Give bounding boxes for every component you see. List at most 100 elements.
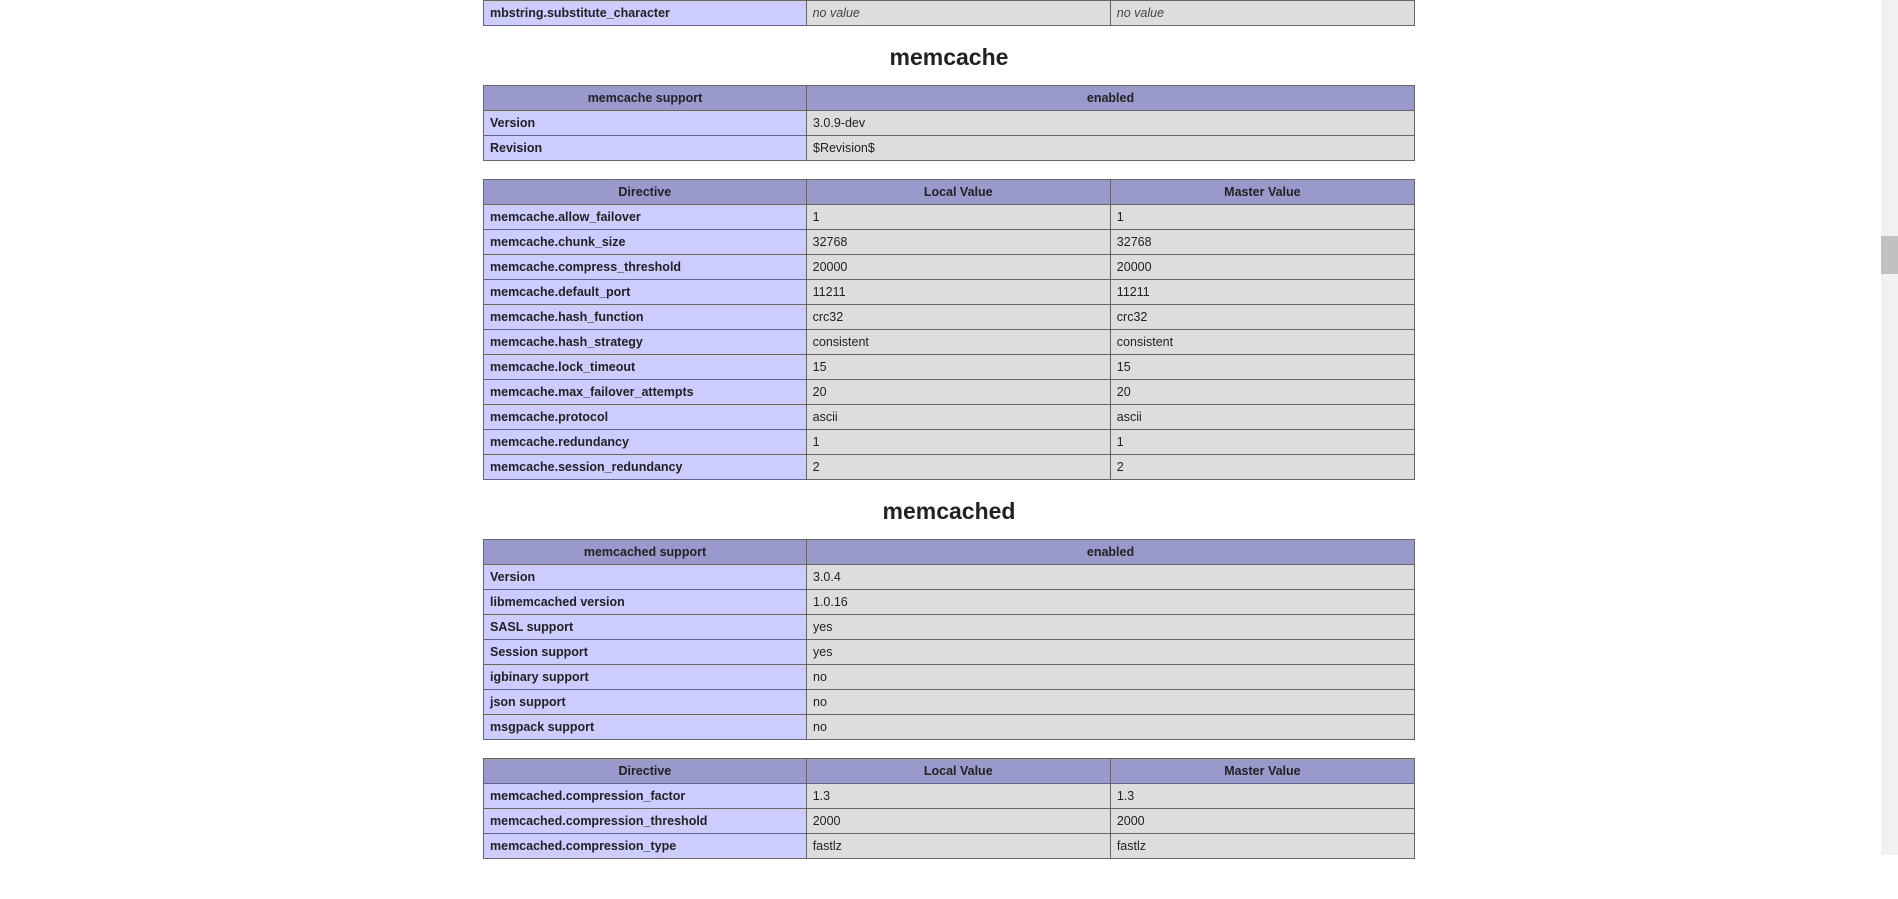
- table-row: memcache.protocolasciiascii: [484, 405, 1415, 430]
- directive-name: memcache.protocol: [484, 405, 807, 430]
- support-value: no: [807, 715, 1415, 740]
- directive-name: memcached.compression_factor: [484, 784, 807, 809]
- col-master: Master Value: [1110, 180, 1414, 205]
- local-value: 15: [806, 355, 1110, 380]
- support-key: Revision: [484, 136, 807, 161]
- directive-name: memcache.session_redundancy: [484, 455, 807, 480]
- table-row: libmemcached version1.0.16: [484, 590, 1415, 615]
- master-value: 20000: [1110, 255, 1414, 280]
- table-row: memcache.lock_timeout1515: [484, 355, 1415, 380]
- support-key: libmemcached version: [484, 590, 807, 615]
- mbstring-fragment-table: mbstring.substitute_character no value n…: [483, 0, 1415, 26]
- support-header-right: enabled: [807, 86, 1415, 111]
- scrollbar-thumb[interactable]: [1881, 236, 1898, 274]
- support-key: Session support: [484, 640, 807, 665]
- table-row: memcache.compress_threshold2000020000: [484, 255, 1415, 280]
- master-value: 1.3: [1110, 784, 1414, 809]
- local-value: 2000: [806, 809, 1110, 834]
- table-row: memcache.chunk_size3276832768: [484, 230, 1415, 255]
- col-directive: Directive: [484, 180, 807, 205]
- table-row: msgpack supportno: [484, 715, 1415, 740]
- local-value: 1: [806, 430, 1110, 455]
- master-value: crc32: [1110, 305, 1414, 330]
- support-value: yes: [807, 615, 1415, 640]
- master-value: 15: [1110, 355, 1414, 380]
- support-key: json support: [484, 690, 807, 715]
- support-key: SASL support: [484, 615, 807, 640]
- support-key: Version: [484, 111, 807, 136]
- local-value: 32768: [806, 230, 1110, 255]
- table-header-row: Directive Local Value Master Value: [484, 180, 1415, 205]
- table-row: memcached.compression_factor1.31.3: [484, 784, 1415, 809]
- table-row: json supportno: [484, 690, 1415, 715]
- support-header-left: memcache support: [484, 86, 807, 111]
- master-value: 2000: [1110, 809, 1414, 834]
- col-directive: Directive: [484, 759, 807, 784]
- scrollbar-track[interactable]: [1881, 0, 1898, 855]
- table-row: memcache.redundancy11: [484, 430, 1415, 455]
- table-row: memcache.max_failover_attempts2020: [484, 380, 1415, 405]
- local-value: no value: [806, 1, 1110, 26]
- table-row: memcache.session_redundancy22: [484, 455, 1415, 480]
- master-value: consistent: [1110, 330, 1414, 355]
- directive-name: memcache.default_port: [484, 280, 807, 305]
- table-row: mbstring.substitute_character no value n…: [484, 1, 1415, 26]
- local-value: 11211: [806, 280, 1110, 305]
- directive-name: memcached.compression_threshold: [484, 809, 807, 834]
- support-header-right: enabled: [807, 540, 1415, 565]
- support-value: 3.0.9-dev: [807, 111, 1415, 136]
- table-row: Version 3.0.9-dev: [484, 111, 1415, 136]
- memcached-support-table: memcached support enabled Version3.0.4 l…: [483, 539, 1415, 740]
- local-value: consistent: [806, 330, 1110, 355]
- table-row: igbinary supportno: [484, 665, 1415, 690]
- directive-name: memcache.hash_function: [484, 305, 807, 330]
- table-row: memcache.allow_failover11: [484, 205, 1415, 230]
- directive-name: memcache.compress_threshold: [484, 255, 807, 280]
- section-title-memcache: memcache: [483, 44, 1415, 71]
- table-row: memcached.compression_threshold20002000: [484, 809, 1415, 834]
- directive-name: memcache.max_failover_attempts: [484, 380, 807, 405]
- section-title-memcached: memcached: [483, 498, 1415, 525]
- master-value: ascii: [1110, 405, 1414, 430]
- memcache-directives-table: Directive Local Value Master Value memca…: [483, 179, 1415, 480]
- support-header-left: memcached support: [484, 540, 807, 565]
- support-value: yes: [807, 640, 1415, 665]
- table-header-row: Directive Local Value Master Value: [484, 759, 1415, 784]
- directive-name: memcache.redundancy: [484, 430, 807, 455]
- table-header-row: memcache support enabled: [484, 86, 1415, 111]
- support-value: $Revision$: [807, 136, 1415, 161]
- support-value: no: [807, 665, 1415, 690]
- col-master: Master Value: [1110, 759, 1414, 784]
- master-value: 11211: [1110, 280, 1414, 305]
- local-value: 1: [806, 205, 1110, 230]
- table-header-row: memcached support enabled: [484, 540, 1415, 565]
- local-value: 2: [806, 455, 1110, 480]
- master-value: 32768: [1110, 230, 1414, 255]
- master-value: 1: [1110, 205, 1414, 230]
- master-value: 20: [1110, 380, 1414, 405]
- directive-name: memcache.lock_timeout: [484, 355, 807, 380]
- support-value: no: [807, 690, 1415, 715]
- local-value: crc32: [806, 305, 1110, 330]
- master-value: 2: [1110, 455, 1414, 480]
- phpinfo-page: mbstring.substitute_character no value n…: [483, 0, 1415, 899]
- support-key: igbinary support: [484, 665, 807, 690]
- memcached-directives-table: Directive Local Value Master Value memca…: [483, 758, 1415, 859]
- directive-name: memcache.hash_strategy: [484, 330, 807, 355]
- master-value: no value: [1110, 1, 1414, 26]
- table-row: Session supportyes: [484, 640, 1415, 665]
- col-local: Local Value: [806, 759, 1110, 784]
- support-key: msgpack support: [484, 715, 807, 740]
- table-row: SASL supportyes: [484, 615, 1415, 640]
- local-value: ascii: [806, 405, 1110, 430]
- table-row: memcache.default_port1121111211: [484, 280, 1415, 305]
- directive-name: memcache.allow_failover: [484, 205, 807, 230]
- memcache-support-table: memcache support enabled Version 3.0.9-d…: [483, 85, 1415, 161]
- table-row: Version3.0.4: [484, 565, 1415, 590]
- col-local: Local Value: [806, 180, 1110, 205]
- table-row: memcache.hash_functioncrc32crc32: [484, 305, 1415, 330]
- local-value: 20: [806, 380, 1110, 405]
- support-key: Version: [484, 565, 807, 590]
- table-row: memcache.hash_strategyconsistentconsiste…: [484, 330, 1415, 355]
- local-value: 1.3: [806, 784, 1110, 809]
